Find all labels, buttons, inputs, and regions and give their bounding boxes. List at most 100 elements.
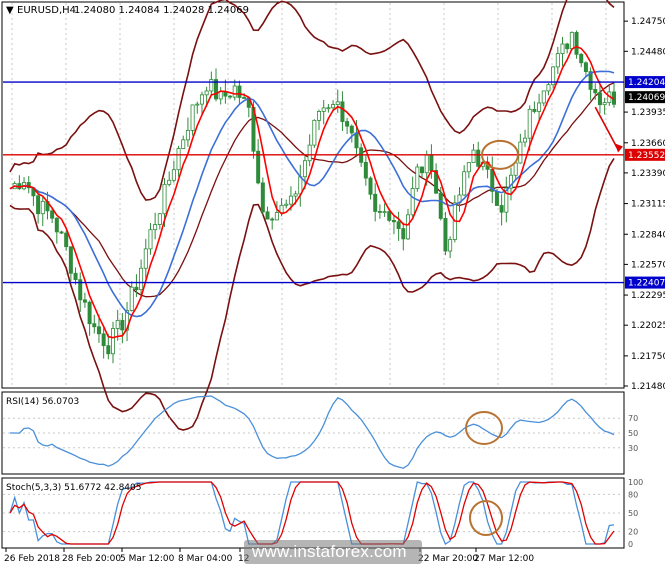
price-tick-label: 1.22025 bbox=[631, 321, 665, 331]
candle-body bbox=[579, 53, 584, 64]
candle-body bbox=[256, 150, 261, 184]
main-panel bbox=[1, 1, 625, 389]
candle-body bbox=[195, 103, 200, 106]
candle-body bbox=[597, 92, 602, 106]
candle-body bbox=[204, 90, 209, 96]
time-label: 5 Mar 12:00 bbox=[120, 554, 175, 564]
stoch-label: Stoch(5,3,3) 51.6772 42.8405 bbox=[6, 483, 141, 493]
price-tick-label: 1.22295 bbox=[631, 291, 665, 301]
candle-body bbox=[209, 79, 214, 92]
dropdown-arrow-icon[interactable]: ▼ bbox=[6, 5, 14, 16]
candle-body bbox=[232, 85, 237, 98]
candle-body bbox=[523, 137, 528, 143]
candle-body bbox=[438, 192, 443, 219]
candle-body bbox=[284, 203, 289, 206]
time-label: 28 Feb 20:00 bbox=[62, 554, 121, 564]
candle-body bbox=[560, 43, 565, 54]
candle-body bbox=[101, 333, 106, 347]
candle-body bbox=[237, 85, 242, 98]
candle-body bbox=[387, 211, 392, 221]
candle-body bbox=[448, 239, 453, 252]
candle-body bbox=[574, 32, 579, 55]
price-tick-label: 1.24750 bbox=[631, 17, 665, 27]
rsi-tick-label: 70 bbox=[628, 414, 638, 423]
candle-body bbox=[401, 228, 406, 240]
candle-body bbox=[87, 301, 92, 325]
candle-body bbox=[321, 107, 326, 112]
candle-body bbox=[537, 102, 542, 112]
candle-body bbox=[410, 188, 415, 216]
candle-body bbox=[288, 195, 293, 205]
stoch-tick-label: 0 bbox=[628, 540, 633, 549]
stoch-tick-label: 80 bbox=[628, 490, 638, 499]
candle-body bbox=[527, 108, 532, 139]
candle-body bbox=[115, 320, 120, 329]
candle-body bbox=[340, 101, 345, 122]
time-label: 27 Mar 12:00 bbox=[474, 554, 534, 564]
level-price-label: 1.24204 bbox=[628, 78, 665, 88]
candle-body bbox=[134, 286, 139, 290]
candle-body bbox=[82, 299, 87, 303]
level-price-label: 1.23552 bbox=[628, 151, 665, 161]
candle-body bbox=[565, 43, 570, 50]
candle-body bbox=[494, 190, 499, 206]
candle-body bbox=[143, 248, 148, 269]
candle-body bbox=[415, 166, 420, 189]
candle-body bbox=[68, 246, 73, 274]
candle-body bbox=[583, 62, 588, 72]
candle-body bbox=[162, 183, 167, 215]
candle-body bbox=[335, 101, 340, 105]
candle-body bbox=[391, 219, 396, 223]
candle-body bbox=[106, 345, 111, 355]
candle-body bbox=[157, 213, 162, 225]
candle-body bbox=[462, 171, 467, 196]
price-tick-label: 1.22840 bbox=[631, 230, 665, 240]
stoch-tick-label: 20 bbox=[628, 528, 638, 537]
candle-body bbox=[307, 144, 312, 162]
time-label: 26 Feb 2018 bbox=[4, 554, 60, 564]
candle-body bbox=[270, 218, 275, 221]
candle-body bbox=[396, 221, 401, 229]
candle-body bbox=[242, 97, 247, 99]
candle-body bbox=[96, 326, 101, 335]
candle-body bbox=[293, 193, 298, 197]
candle-body bbox=[185, 129, 190, 141]
candle-body bbox=[73, 272, 78, 281]
time-label: 22 Mar 20:00 bbox=[418, 554, 478, 564]
candle-body bbox=[199, 94, 204, 105]
candle-body bbox=[36, 195, 41, 215]
candle-body bbox=[405, 214, 410, 240]
current-price-label: 1.24069 bbox=[628, 93, 665, 103]
candle-body bbox=[120, 320, 125, 331]
candle-body bbox=[363, 161, 368, 179]
stoch-tick-label: 100 bbox=[628, 478, 643, 487]
candle-body bbox=[354, 132, 359, 149]
price-tick-label: 1.23935 bbox=[631, 108, 665, 118]
candle-body bbox=[167, 179, 172, 185]
candle-body bbox=[541, 90, 546, 104]
candle-body bbox=[602, 102, 607, 106]
time-label: 8 Mar 04:00 bbox=[178, 554, 233, 564]
candle-body bbox=[513, 162, 518, 176]
candle-body bbox=[373, 193, 378, 212]
price-tick-label: 1.24480 bbox=[631, 47, 665, 57]
candle-body bbox=[368, 177, 373, 195]
rsi-label: RSI(14) 56.0703 bbox=[6, 397, 79, 407]
candle-body bbox=[302, 160, 307, 178]
candle-body bbox=[326, 107, 331, 110]
candle-body bbox=[190, 104, 195, 131]
candle-body bbox=[476, 149, 481, 167]
candle-body bbox=[382, 211, 387, 213]
candle-body bbox=[54, 217, 59, 233]
candle-body bbox=[40, 200, 45, 215]
stoch-tick-label: 50 bbox=[628, 509, 638, 518]
candle-body bbox=[181, 139, 186, 149]
watermark-text: www.instaforex.com bbox=[252, 542, 407, 561]
candle-body bbox=[176, 148, 181, 171]
price-tick-label: 1.21750 bbox=[631, 352, 665, 362]
candle-body bbox=[331, 104, 336, 109]
candle-body bbox=[59, 231, 64, 234]
candle-body bbox=[50, 210, 55, 219]
candle-body bbox=[111, 328, 116, 355]
candle-body bbox=[532, 108, 537, 112]
